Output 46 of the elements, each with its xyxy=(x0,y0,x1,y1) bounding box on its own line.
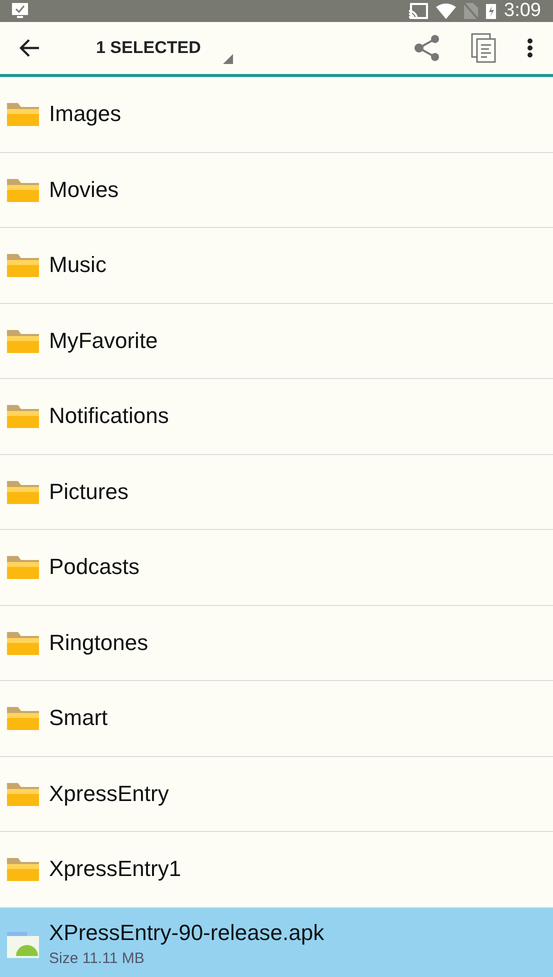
file-list-item[interactable]: Music xyxy=(0,228,553,304)
file-name: Pictures xyxy=(49,478,128,505)
file-name: Music xyxy=(49,252,106,278)
folder-icon xyxy=(6,478,40,505)
file-list-item[interactable]: Ringtones xyxy=(0,606,553,681)
folder-icon xyxy=(6,780,40,807)
file-list-item[interactable]: Notifications xyxy=(0,379,553,454)
file-name: XpressEntry1 xyxy=(49,856,182,882)
signal-icon xyxy=(464,3,478,19)
folder-icon xyxy=(6,328,40,354)
cast-icon xyxy=(408,3,428,19)
folder-icon xyxy=(6,403,40,430)
file-name: Images xyxy=(49,101,122,128)
file-list-item[interactable]: Pictures xyxy=(0,454,553,530)
folder-icon xyxy=(6,176,40,203)
clock-time: 3:09 xyxy=(504,0,541,22)
file-list-item[interactable]: XPressEntry-90-release.apk Size 11.11 MB xyxy=(0,908,553,977)
folder-icon xyxy=(6,252,40,278)
file-list-item[interactable]: Movies xyxy=(0,152,553,228)
folder-icon xyxy=(6,856,40,882)
dropdown-triangle-icon[interactable] xyxy=(222,54,233,64)
file-name: Ringtones xyxy=(49,630,148,656)
wifi-icon xyxy=(436,3,456,19)
share-icon[interactable] xyxy=(413,34,441,62)
file-list-item[interactable]: Images xyxy=(0,77,553,152)
file-list-item[interactable]: XpressEntry xyxy=(0,756,553,832)
battery-icon xyxy=(486,3,496,19)
file-list-item[interactable]: MyFavorite xyxy=(0,304,553,379)
file-name: Movies xyxy=(49,176,119,203)
file-name: Podcasts xyxy=(49,554,140,580)
folder-icon xyxy=(6,630,40,656)
file-name: XpressEntry xyxy=(49,780,169,807)
folder-icon xyxy=(6,101,40,128)
more-options-icon[interactable] xyxy=(527,38,533,58)
file-name: Smart xyxy=(49,705,108,732)
file-list-item[interactable]: Smart xyxy=(0,681,553,756)
file-list-item[interactable]: Podcasts xyxy=(0,530,553,606)
back-icon[interactable] xyxy=(18,38,40,58)
file-name: MyFavorite xyxy=(49,328,158,354)
folder-icon xyxy=(6,554,40,580)
file-name: XPressEntry-90-release.apk xyxy=(49,920,324,946)
folder-icon xyxy=(6,705,40,732)
copy-icon[interactable] xyxy=(471,33,497,63)
file-name: Notifications xyxy=(49,403,169,430)
selection-dropdown[interactable]: 1 SELECTED xyxy=(96,38,201,58)
file-size: Size 11.11 MB xyxy=(49,950,146,967)
